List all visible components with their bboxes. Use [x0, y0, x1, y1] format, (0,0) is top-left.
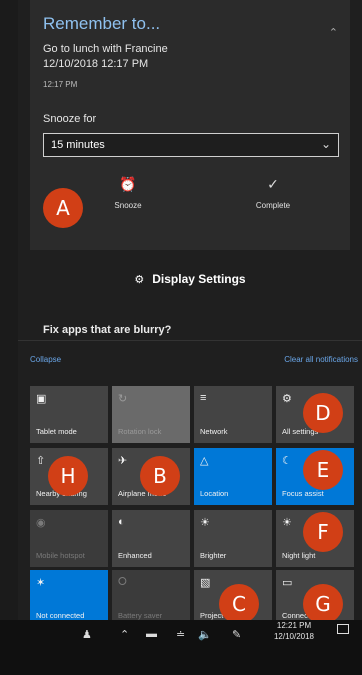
annotation-marker-h: H	[48, 456, 88, 496]
tile-battery-saver[interactable]: ⭘ Battery saver	[112, 570, 190, 627]
chevron-up-icon[interactable]: ⌃	[329, 26, 338, 39]
tile-tablet-mode[interactable]: ▣ Tablet mode	[30, 386, 108, 443]
battery-icon[interactable]: ▬	[146, 628, 157, 640]
annotation-marker-d: D	[303, 393, 343, 433]
snooze-duration-select[interactable]: 15 minutes ⌄	[43, 133, 339, 157]
tile-label: Focus assist	[282, 489, 324, 498]
toast-body-line1: Go to lunch with Francine	[43, 43, 168, 55]
pen-workspace-icon[interactable]: ✎	[232, 628, 241, 641]
annotation-marker-f: F	[303, 512, 343, 552]
divider	[18, 340, 362, 341]
tile-label: Tablet mode	[36, 427, 77, 436]
display-settings-label: Display Settings	[152, 272, 246, 286]
snooze-duration-value: 15 minutes	[51, 139, 105, 151]
fix-apps-notification-title[interactable]: Fix apps that are blurry?	[43, 324, 333, 338]
toast-time: 12:17 PM	[43, 80, 78, 89]
network-icon[interactable]: ≐	[176, 628, 185, 641]
network-icon: ≡	[200, 392, 207, 404]
alarm-clock-icon: ⏰	[119, 176, 137, 192]
gear-icon: ⚙	[134, 274, 145, 286]
snooze-label: Snooze for	[43, 113, 97, 125]
tile-label: Brighter	[200, 551, 227, 560]
action-center-header: Collapse Clear all notifications	[18, 352, 362, 368]
tile-label: Night light	[282, 551, 316, 560]
tile-label: Mobile hotspot	[36, 551, 85, 560]
chevron-down-icon: ⌄	[320, 137, 331, 151]
toast-body: Go to lunch with Francine 12/10/2018 12:…	[43, 42, 168, 72]
checkmark-icon: ✓	[267, 176, 279, 192]
tile-label: Not connected	[36, 611, 85, 620]
annotation-marker-g: G	[303, 584, 343, 624]
annotation-marker-e: E	[303, 450, 343, 490]
tile-enhanced[interactable]: ◐ Enhanced	[112, 510, 190, 567]
notification-center-icon[interactable]	[337, 624, 349, 634]
battery-saver-icon: ⭘	[118, 576, 127, 588]
bluetooth-icon: ✶	[36, 577, 46, 589]
display-settings-link[interactable]: ⚙ Display Settings	[30, 272, 350, 300]
snooze-button-label: Snooze	[114, 201, 142, 210]
tile-label: Rotation lock	[118, 427, 162, 436]
taskbar: ♟ ⌃ ▬ ≐ 🔈 ✎ 12:21 PM 12/10/2018	[0, 620, 362, 675]
annotation-marker-c: C	[219, 584, 259, 624]
clear-all-notifications-link[interactable]: Clear all notifications	[284, 355, 358, 364]
toast-body-line2: 12/10/2018 12:17 PM	[43, 58, 149, 70]
annotation-marker-b: B	[140, 456, 180, 496]
tile-not-connected[interactable]: ✶ Not connected	[30, 570, 108, 627]
taskbar-clock[interactable]: 12:21 PM 12/10/2018	[264, 620, 324, 642]
tile-mobile-hotspot[interactable]: ◉ Mobile hotspot	[30, 510, 108, 567]
brightness-icon: ☀	[200, 517, 210, 529]
tile-label: Network	[200, 427, 228, 436]
tile-network[interactable]: ≡ Network	[194, 386, 272, 443]
tile-label: Enhanced	[118, 551, 152, 560]
snooze-button[interactable]: ⏰ Snooze	[78, 176, 178, 226]
tile-label: Battery saver	[118, 611, 163, 620]
mobile-hotspot-icon: ◉	[36, 517, 46, 529]
complete-button[interactable]: ✓ Complete	[223, 176, 323, 226]
tile-rotation-lock[interactable]: ↻ Rotation lock	[112, 386, 190, 443]
taskbar-date: 12/10/2018	[273, 632, 315, 641]
chevron-up-icon[interactable]: ⌃	[120, 628, 129, 641]
annotation-marker-a: A	[43, 188, 83, 228]
complete-button-label: Complete	[255, 201, 291, 210]
tile-brighter[interactable]: ☀ Brighter	[194, 510, 272, 567]
tile-label: Location	[200, 489, 229, 498]
rotation-lock-icon: ↻	[118, 393, 128, 405]
tablet-mode-icon: ▣	[36, 393, 47, 405]
taskbar-time: 12:21 PM	[276, 621, 312, 630]
location-icon: △	[200, 455, 209, 467]
toast-title: Remember to...	[43, 14, 161, 33]
volume-muted-icon[interactable]: 🔈	[198, 628, 212, 641]
people-icon[interactable]: ♟	[82, 628, 92, 641]
tile-location[interactable]: △ Location	[194, 448, 272, 505]
enhanced-icon: ◐	[118, 516, 125, 528]
collapse-link[interactable]: Collapse	[30, 355, 61, 364]
